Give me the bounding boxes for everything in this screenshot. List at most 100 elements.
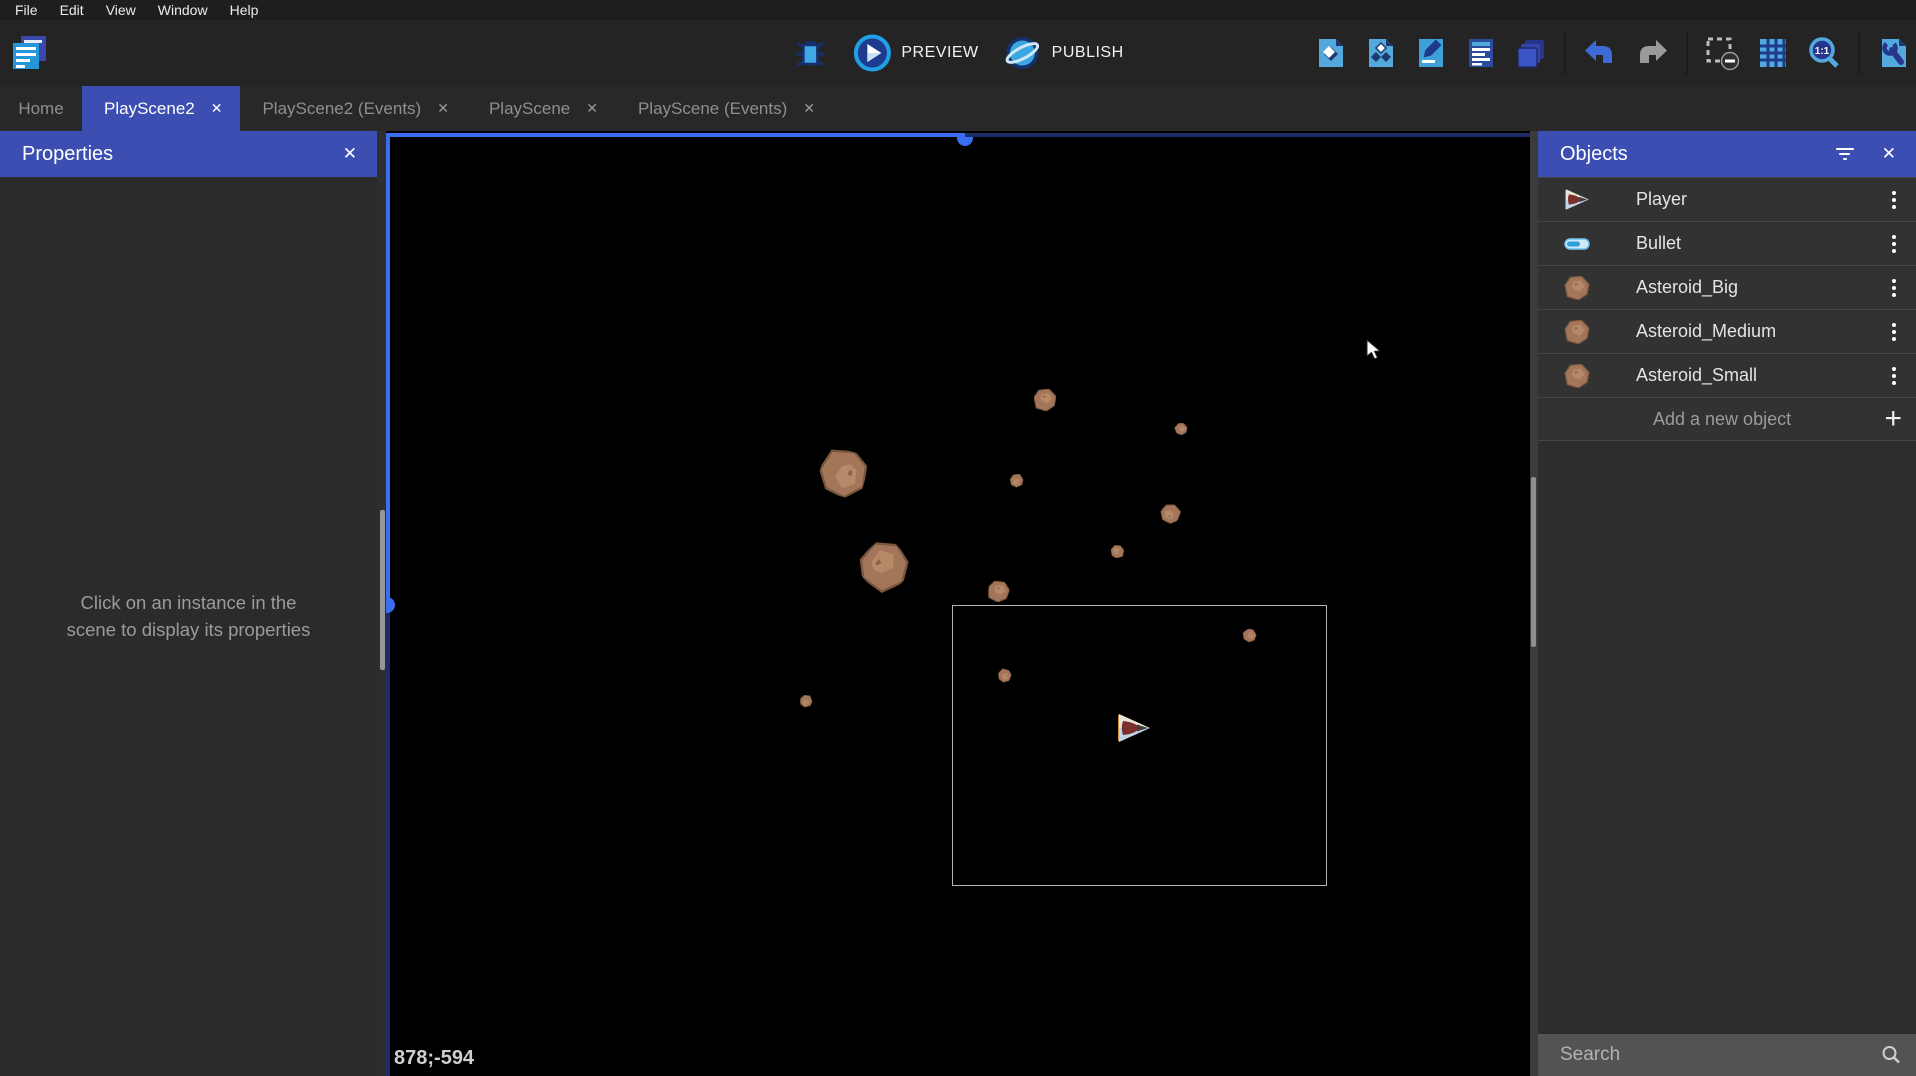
window-resize-handle-top[interactable] [957,137,973,146]
zoom-options-button[interactable]: 1:1 [1806,35,1842,71]
object-name: Asteroid_Medium [1636,321,1888,342]
open-objects-editor-button[interactable] [1314,36,1348,70]
object-row-asteroid-big[interactable]: Asteroid_Big [1538,265,1916,309]
properties-panel: Properties ✕ Click on an instance in the… [0,131,377,1076]
canvas-scrollbar-track[interactable] [1530,131,1538,1076]
properties-scrollbar-thumb[interactable] [380,510,385,670]
game-window-border-top-active [386,133,965,137]
asteroid-instance[interactable] [1173,421,1190,438]
tab-close-icon[interactable]: ✕ [437,100,449,117]
object-row-bullet[interactable]: Bullet [1538,221,1916,265]
tab-label: PlayScene [489,99,570,119]
preview-button[interactable]: PREVIEW [852,33,978,73]
asteroid-icon [1562,276,1592,300]
asteroid-instance[interactable] [799,694,813,708]
deselect-icon [1704,35,1740,71]
mouse-cursor [1365,339,1385,361]
objects-close-icon[interactable]: ✕ [1882,144,1896,164]
tab-label: PlayScene2 [104,99,195,119]
tab-label: Home [18,99,63,119]
game-window-border-left-active [386,137,390,605]
menu-view[interactable]: View [95,2,147,18]
publish-label: PUBLISH [1052,44,1124,62]
menu-edit[interactable]: Edit [49,2,95,18]
objects-search-input[interactable] [1560,1044,1880,1066]
asteroid-instance[interactable] [851,533,917,599]
player-ship-instance[interactable] [1115,711,1153,745]
tab-playscene-events[interactable]: PlayScene (Events) ✕ [616,86,833,131]
object-menu-icon[interactable] [1888,363,1900,389]
redo-icon [1634,35,1670,71]
object-menu-icon[interactable] [1888,187,1900,213]
properties-empty-message: Click on an instance in the scene to dis… [0,589,377,643]
grid-button[interactable] [1756,36,1790,70]
objects-editor-icon [1314,36,1348,70]
asteroid-instance[interactable] [1110,544,1124,558]
canvas-scrollbar-thumb[interactable] [1531,477,1536,647]
player-ship-icon [1562,187,1592,212]
object-menu-icon[interactable] [1888,275,1900,301]
tab-home[interactable]: Home [0,86,82,131]
instances-list-icon [1464,36,1498,70]
asteroid-instance[interactable] [1034,389,1056,411]
object-row-asteroid-medium[interactable]: Asteroid_Medium [1538,309,1916,353]
tab-close-icon[interactable]: ✕ [586,100,598,117]
window-resize-handle-left[interactable] [386,597,395,613]
asteroid-icon [1562,364,1592,388]
debugger-icon [792,35,828,71]
objects-panel: Objects ✕ Player [1538,131,1916,1076]
add-new-object-label: Add a new object [1653,409,1884,430]
tab-bar: Home PlayScene2 ✕ PlayScene2 (Events) ✕ … [0,86,1916,131]
scene-canvas[interactable]: 878;-594 [386,131,1530,1076]
object-menu-icon[interactable] [1888,319,1900,345]
debugger-button[interactable] [792,35,828,71]
tab-close-icon[interactable]: ✕ [803,100,815,117]
menu-help[interactable]: Help [219,2,270,18]
camera-frame [952,605,1327,886]
object-menu-icon[interactable] [1888,231,1900,257]
grid-icon [1756,36,1790,70]
redo-button[interactable] [1634,35,1670,71]
toolbar-separator [1564,32,1566,74]
open-layers-button[interactable] [1514,36,1548,70]
menu-file[interactable]: File [4,2,49,18]
menu-window[interactable]: Window [147,2,219,18]
asteroid-instance[interactable] [986,579,1011,604]
asteroid-instance[interactable] [1008,472,1025,489]
publish-button[interactable]: PUBLISH [1003,33,1124,73]
properties-panel-title: Properties [22,143,343,166]
asteroid-instance[interactable] [1157,500,1183,526]
object-groups-icon [1364,36,1398,70]
svg-text:1:1: 1:1 [1815,46,1830,57]
layers-icon [1514,36,1548,70]
scene-properties-button[interactable] [1876,36,1910,70]
properties-close-icon[interactable]: ✕ [343,144,357,164]
asteroid-instance[interactable] [815,445,872,502]
open-properties-button[interactable] [1414,36,1448,70]
object-row-asteroid-small[interactable]: Asteroid_Small [1538,353,1916,397]
undo-icon [1582,35,1618,71]
object-row-player[interactable]: Player [1538,177,1916,221]
project-manager-button[interactable] [6,31,50,75]
scene-settings-wrench-icon [1876,36,1910,70]
open-instances-list-button[interactable] [1464,36,1498,70]
tab-playscene2-events[interactable]: PlayScene2 (Events) ✕ [240,86,466,131]
tab-label: PlayScene (Events) [638,99,787,119]
toolbar-separator [1686,32,1688,74]
toolbar: PREVIEW PUBLISH [0,20,1916,86]
filter-icon[interactable] [1836,148,1854,160]
undo-button[interactable] [1582,35,1618,71]
clear-selection-button[interactable] [1704,35,1740,71]
main-area: Properties ✕ Click on an instance in the… [0,131,1916,1076]
open-object-groups-button[interactable] [1364,36,1398,70]
tab-playscene[interactable]: PlayScene ✕ [467,86,616,131]
add-object-plus-icon[interactable]: + [1884,409,1902,429]
properties-panel-header: Properties ✕ [0,131,377,177]
objects-search-bar [1538,1034,1916,1076]
tab-playscene2[interactable]: PlayScene2 ✕ [82,86,240,131]
add-new-object-row[interactable]: Add a new object + [1538,397,1916,441]
asteroid-icon [1562,320,1592,344]
tab-close-icon[interactable]: ✕ [211,100,223,117]
project-manager-icon [6,31,50,75]
bullet-icon [1562,238,1592,250]
